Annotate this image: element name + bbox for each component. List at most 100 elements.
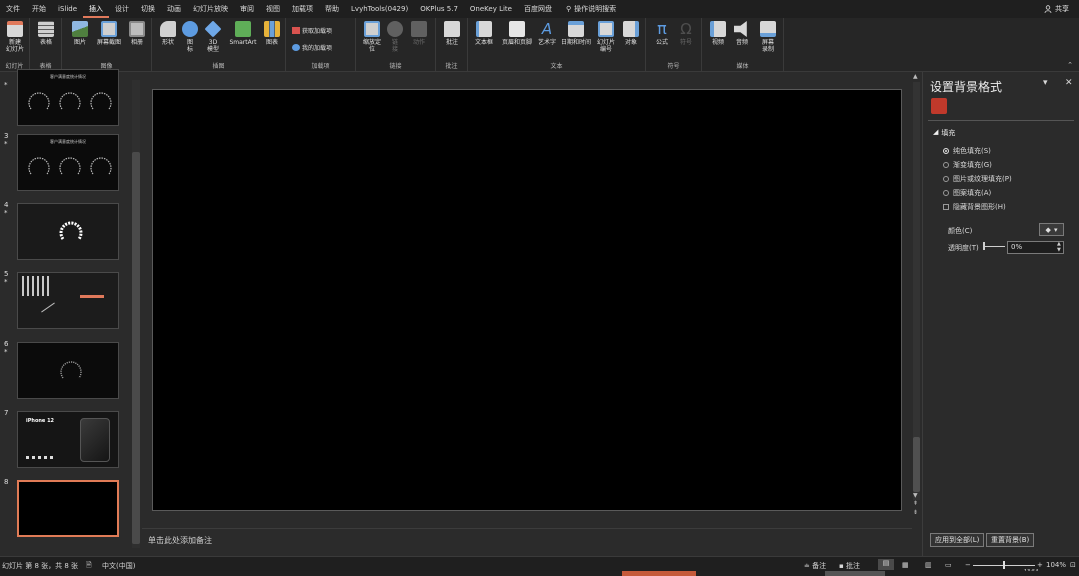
object-button[interactable]: 对象 xyxy=(620,21,642,46)
slideshow-icon[interactable]: ▭ xyxy=(945,561,952,569)
sorter-view-icon[interactable]: ▦ xyxy=(902,561,909,569)
close-icon[interactable]: ✕ xyxy=(1065,78,1073,88)
tab-6[interactable]: 动画 xyxy=(161,0,187,18)
screen-record-button[interactable]: 屏幕 录制 xyxy=(756,21,780,53)
get-addins-button[interactable]: 获取加载项 xyxy=(292,26,332,35)
video-button[interactable]: 视频 xyxy=(708,21,728,46)
my-addins-button[interactable]: 我的加载项 xyxy=(292,43,332,52)
collapse-ribbon-icon[interactable]: ⌃ xyxy=(1067,61,1073,69)
screenshot-button[interactable]: 屏幕截图 xyxy=(94,21,124,46)
action-label: 动作 xyxy=(412,39,425,46)
editor-scrollbar[interactable]: ▲ ▼ ⇞ ⇟ xyxy=(911,72,922,520)
audio-button[interactable]: 音频 xyxy=(732,21,752,46)
scroll-down-arrow[interactable]: ▼ xyxy=(913,492,918,499)
comments-toggle[interactable]: ▪ 批注 xyxy=(839,561,860,571)
equation-button[interactable]: π 公式 xyxy=(652,21,672,47)
tab-4[interactable]: 设计 xyxy=(109,0,135,18)
tab-13[interactable]: OKPlus 5.7 xyxy=(414,0,464,18)
zoom-in-icon[interactable]: + xyxy=(1037,561,1043,569)
zoom-slider-handle[interactable] xyxy=(1003,561,1005,569)
shapes-button[interactable]: 形状 xyxy=(158,21,178,46)
tab-9[interactable]: 视图 xyxy=(260,0,286,18)
editor-scroll-thumb[interactable] xyxy=(913,437,920,492)
textbox-button[interactable]: 文本框 xyxy=(472,21,496,46)
slide-thumbnail[interactable] xyxy=(17,272,119,329)
taskbar-app-powerpoint[interactable] xyxy=(622,571,696,576)
slide-thumbnail[interactable]: iPhone 12 xyxy=(17,411,119,468)
notes-toggle[interactable]: ≐ 备注 xyxy=(804,561,826,571)
action-button[interactable]: 动作 xyxy=(408,21,430,46)
pattern-fill-option[interactable]: 图案填充(A) xyxy=(943,188,991,198)
new-slide-button[interactable]: 新建 幻灯片 xyxy=(3,21,27,53)
spinner-arrows-icon[interactable]: ▲ ▼ xyxy=(1057,241,1061,253)
checkbox[interactable] xyxy=(943,204,949,210)
color-picker-button[interactable]: ◆ ▾ xyxy=(1039,223,1064,236)
datetime-button[interactable]: 日期和时间 xyxy=(558,21,594,46)
hide-graphics-option[interactable]: 隐藏背景图形(H) xyxy=(943,202,1006,212)
comment-button[interactable]: 批注 xyxy=(442,21,462,46)
apply-all-button[interactable]: 应用到全部(L) xyxy=(930,533,985,547)
tab-11[interactable]: 帮助 xyxy=(319,0,345,18)
thumbs-scroll-thumb[interactable] xyxy=(132,152,140,544)
tab-7[interactable]: 幻灯片放映 xyxy=(187,0,234,18)
reading-view-icon[interactable]: ▥ xyxy=(925,561,932,569)
fill-bucket-icon[interactable] xyxy=(931,98,947,114)
wordart-button[interactable]: A 艺术字 xyxy=(536,21,558,46)
radio-button[interactable] xyxy=(943,162,949,168)
solid-fill-option[interactable]: 纯色填充(S) xyxy=(943,146,991,156)
next-slide-icon[interactable]: ⇟ xyxy=(913,509,918,516)
tab-3[interactable]: 插入 xyxy=(83,0,110,18)
pane-options-icon[interactable]: ▾ xyxy=(1043,78,1048,88)
chart-button[interactable]: 图表 xyxy=(262,21,282,46)
tab-14[interactable]: OneKey Lite xyxy=(464,0,518,18)
header-footer-button[interactable]: 页眉和页脚 xyxy=(498,21,536,46)
prev-slide-icon[interactable]: ⇞ xyxy=(913,500,918,507)
tab-5[interactable]: 切换 xyxy=(135,0,161,18)
tab-12[interactable]: LvyhTools(0429) xyxy=(345,0,414,18)
language-indicator[interactable]: 中文(中国) xyxy=(102,561,135,571)
tab-0[interactable]: 文件 xyxy=(0,0,26,18)
notes-pane[interactable]: 单击此处添加备注 xyxy=(142,528,912,556)
current-slide-canvas[interactable] xyxy=(152,89,902,511)
taskbar-app-other[interactable] xyxy=(825,571,885,576)
link-button[interactable]: 链 接 xyxy=(386,21,404,53)
symbol-button[interactable]: Ω 符号 xyxy=(676,21,696,46)
zoom-button[interactable]: 缩放定 位 xyxy=(360,21,384,53)
share-button[interactable]: 共享 xyxy=(1044,0,1069,18)
icons-button[interactable]: 图 标 xyxy=(182,21,198,53)
thumb-number: 7 xyxy=(4,409,8,417)
tab-2[interactable]: iSlide xyxy=(52,0,83,18)
reset-background-button[interactable]: 重置背景(B) xyxy=(986,533,1035,547)
gradient-fill-option[interactable]: 渐变填充(G) xyxy=(943,160,992,170)
scroll-up-arrow[interactable]: ▲ xyxy=(913,73,918,80)
3d-models-button[interactable]: 3D 模型 xyxy=(204,20,222,53)
smartart-button[interactable]: SmartArt xyxy=(226,21,260,46)
slide-thumbnail[interactable] xyxy=(17,342,119,399)
tell-me-search[interactable]: ⚲ 操作说明搜索 xyxy=(566,4,616,14)
normal-view-icon[interactable]: ▤ xyxy=(878,559,894,570)
fill-section-header[interactable]: ◢ 填充 xyxy=(933,128,955,138)
radio-button[interactable] xyxy=(943,190,949,196)
radio-button[interactable] xyxy=(943,148,949,154)
slide-thumbnail[interactable] xyxy=(17,480,119,537)
zoom-level[interactable]: 104% xyxy=(1046,561,1066,569)
zoom-out-icon[interactable]: − xyxy=(965,561,971,569)
transparency-input[interactable]: 0% xyxy=(1007,241,1064,254)
album-button[interactable]: 相册 xyxy=(126,21,148,46)
slide-thumbnail[interactable]: 客户满意度统计情况 xyxy=(17,134,119,191)
slide-number-button[interactable]: 幻灯片 编号 xyxy=(594,21,618,53)
tab-15[interactable]: 百度网盘 xyxy=(518,0,558,18)
transparency-slider[interactable] xyxy=(985,246,1005,247)
picture-button[interactable]: 图片 xyxy=(70,21,90,46)
thumbnails-scrollbar[interactable] xyxy=(131,72,141,556)
radio-button[interactable] xyxy=(943,176,949,182)
fit-slide-icon[interactable]: ⊡ xyxy=(1070,561,1076,569)
tab-1[interactable]: 开始 xyxy=(26,0,52,18)
picture-fill-option[interactable]: 图片或纹理填充(P) xyxy=(943,174,1012,184)
slide-thumbnail[interactable] xyxy=(17,203,119,260)
table-button[interactable]: 表格 xyxy=(36,21,56,46)
video-label: 视频 xyxy=(711,39,724,46)
slide-thumbnail[interactable]: 客户满意度统计情况 xyxy=(17,69,119,126)
tab-10[interactable]: 加载项 xyxy=(286,0,319,18)
tab-8[interactable]: 审阅 xyxy=(234,0,260,18)
